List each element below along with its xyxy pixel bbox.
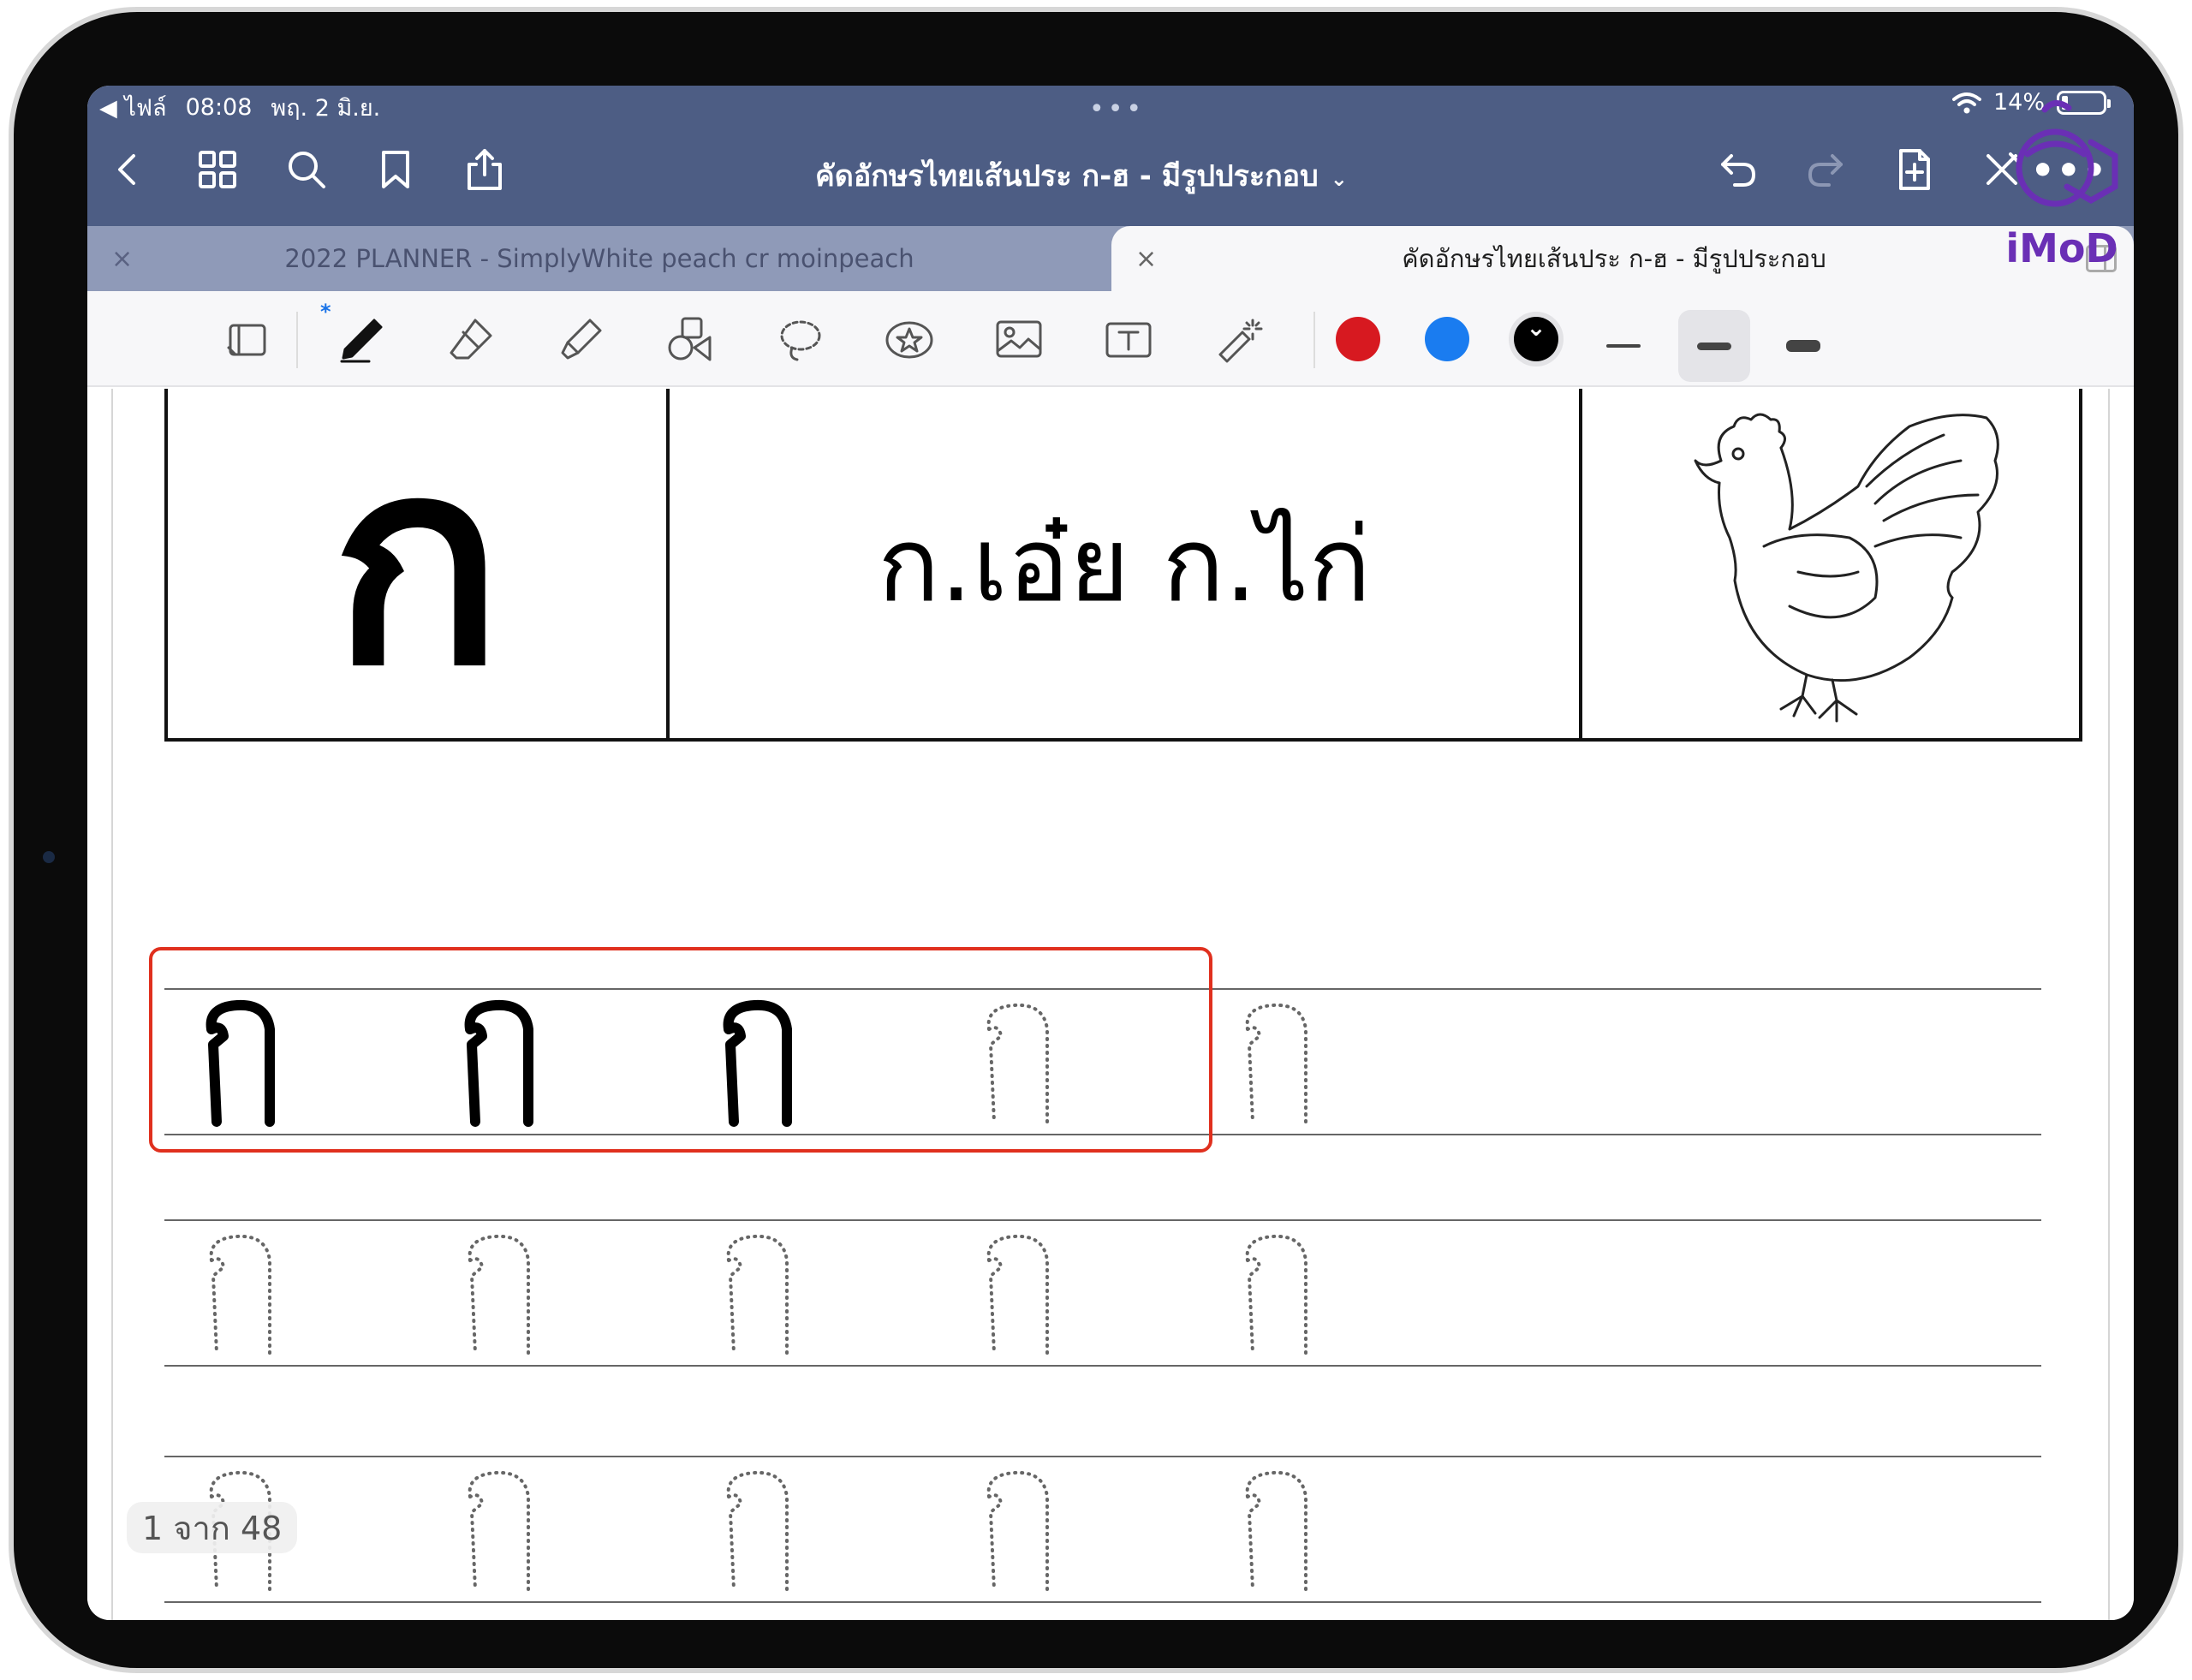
dotted-letter-trace[interactable] — [432, 1463, 569, 1600]
read-only-toggle[interactable] — [216, 310, 281, 370]
pen-tool[interactable] — [329, 310, 394, 370]
ipad-bezel: ◀ ไฟล์ 08:08 พฤ. 2 มิ.ย. ••• 14% คัดอักษ… — [9, 7, 2183, 1673]
selection-highlight-box — [149, 947, 1212, 1153]
laser-pointer-tool[interactable] — [1206, 310, 1271, 370]
dotted-letter-trace[interactable] — [950, 1226, 1087, 1363]
text-tool[interactable] — [1096, 310, 1161, 370]
dotted-ko-kai-glyph — [209, 1234, 271, 1355]
document-page[interactable]: ก ก.เอ๋ย ก.ไก่ 1 จาก 48 — [87, 389, 2134, 1620]
dotted-ko-kai-glyph — [986, 1470, 1049, 1591]
letter-word: ก.เอ๋ย ก.ไก่ — [877, 505, 1372, 625]
watermark-text: iMoD — [2005, 225, 2118, 271]
image-icon — [996, 320, 1042, 358]
stroke-medium-option[interactable] — [1678, 310, 1750, 382]
dotted-ko-kai-glyph — [1245, 1470, 1307, 1591]
multitasking-dots[interactable]: ••• — [1089, 94, 1145, 124]
bookmark-button[interactable] — [370, 144, 421, 195]
shapes-tool[interactable] — [658, 310, 723, 370]
dotted-letter-trace[interactable] — [1209, 1463, 1346, 1600]
practice-row-3[interactable] — [164, 1456, 2041, 1603]
image-tool[interactable] — [986, 310, 1051, 370]
back-to-files-link[interactable]: ◀ ไฟล์ — [99, 89, 167, 126]
add-page-button[interactable] — [1889, 144, 1940, 195]
dotted-ko-kai-glyph — [468, 1234, 530, 1355]
chevron-left-icon — [118, 154, 135, 185]
laser-pointer-icon — [1218, 319, 1263, 363]
dotted-ko-kai-glyph — [468, 1470, 530, 1591]
status-bar: ◀ ไฟล์ 08:08 พฤ. 2 มิ.ย. ••• 14% — [87, 86, 2134, 125]
dotted-letter-trace[interactable] — [432, 1226, 569, 1363]
tab-label: คัดอักษรไทยเส้นประ ก-ฮ - มีรูปประกอบ — [1402, 244, 1826, 273]
lasso-icon — [780, 320, 821, 361]
status-date: พฤ. 2 มิ.ย. — [271, 95, 381, 122]
share-button[interactable] — [459, 144, 510, 195]
chevron-down-icon: ⌄ — [1330, 167, 1348, 191]
practice-row-2[interactable] — [164, 1219, 2041, 1367]
highlighter-icon — [561, 319, 602, 360]
dotted-letter-trace[interactable] — [1209, 995, 1346, 1132]
eraser-icon — [450, 319, 492, 360]
redo-icon — [1808, 154, 1843, 187]
eraser-tool[interactable] — [438, 310, 503, 370]
undo-icon — [1721, 154, 1755, 187]
dotted-ko-kai-glyph — [726, 1234, 789, 1355]
shapes-icon — [668, 317, 712, 361]
search-icon — [289, 152, 325, 188]
document-title-menu[interactable]: คัดอักษรไทยเส้นประ ก-ฮ - มีรูปประกอบ ⌄ — [815, 152, 1500, 199]
dotted-letter-trace[interactable] — [173, 1226, 310, 1363]
dotted-letter-trace[interactable] — [690, 1463, 827, 1600]
dotted-letter-trace[interactable] — [950, 1463, 1087, 1600]
redo-button[interactable] — [1800, 144, 1851, 195]
thumbnails-button[interactable] — [192, 144, 243, 195]
grid-icon — [199, 151, 236, 188]
device-background: ◀ ไฟล์ 08:08 พฤ. 2 มิ.ย. ••• 14% คัดอักษ… — [0, 0, 2192, 1680]
page-mode-icon — [227, 324, 266, 356]
dotted-ko-kai-glyph — [726, 1470, 789, 1591]
bookmark-icon — [382, 151, 409, 188]
document-title: คัดอักษรไทยเส้นประ ก-ฮ - มีรูปประกอบ — [815, 159, 1319, 194]
letter-display: ก — [331, 399, 503, 728]
dotted-ko-kai-glyph — [1245, 1234, 1307, 1355]
chicken-icon — [1694, 413, 1999, 723]
text-box-icon — [1105, 322, 1152, 358]
back-button[interactable] — [103, 144, 154, 195]
imod-watermark-logo: iMoD — [2002, 94, 2122, 283]
share-icon — [468, 149, 502, 190]
status-time: 08:08 — [185, 94, 253, 121]
chicken-illustration — [1582, 389, 2082, 738]
color-black-swatch-selected[interactable] — [1514, 313, 1558, 361]
wifi-icon — [1951, 92, 1981, 113]
search-button[interactable] — [281, 144, 332, 195]
stroke-thick-option[interactable] — [1767, 310, 1839, 382]
stroke-thin-option[interactable] — [1587, 310, 1659, 382]
tab-bar: × 2022 PLANNER - SimplyWhite peach cr mo… — [87, 226, 2134, 291]
tab-label: 2022 PLANNER - SimplyWhite peach cr moin… — [284, 244, 914, 273]
screen: ◀ ไฟล์ 08:08 พฤ. 2 มิ.ย. ••• 14% คัดอักษ… — [87, 86, 2134, 1620]
letter-header-table: ก ก.เอ๋ย ก.ไก่ — [164, 389, 2082, 742]
sticker-star-icon — [885, 321, 933, 359]
dotted-ko-kai-glyph — [986, 1234, 1049, 1355]
dotted-letter-trace[interactable] — [690, 1226, 827, 1363]
color-blue-swatch[interactable] — [1425, 317, 1469, 361]
top-navigation: ◀ ไฟล์ 08:08 พฤ. 2 มิ.ย. ••• 14% คัดอักษ… — [87, 86, 2134, 226]
tab-planner[interactable]: × 2022 PLANNER - SimplyWhite peach cr mo… — [87, 226, 1111, 291]
front-camera — [43, 851, 55, 863]
drawing-toolbar: * — [87, 291, 2134, 387]
color-red-swatch[interactable] — [1336, 317, 1380, 361]
dotted-letter-trace[interactable] — [1209, 1226, 1346, 1363]
elements-tool[interactable] — [877, 310, 942, 370]
add-page-icon — [1899, 149, 1930, 190]
lasso-tool[interactable] — [767, 310, 832, 370]
highlighter-tool[interactable] — [548, 310, 613, 370]
undo-button[interactable] — [1712, 144, 1764, 195]
tab-thai-worksheet[interactable]: × คัดอักษรไทยเส้นประ ก-ฮ - มีรูปประกอบ — [1111, 226, 2134, 291]
document-navbar: คัดอักษรไทยเส้นประ ก-ฮ - มีรูปประกอบ ⌄ •… — [87, 125, 2134, 226]
page-indicator[interactable]: 1 จาก 48 — [127, 1502, 298, 1553]
dotted-ko-kai-glyph — [1245, 1003, 1307, 1123]
pen-icon — [340, 319, 383, 363]
